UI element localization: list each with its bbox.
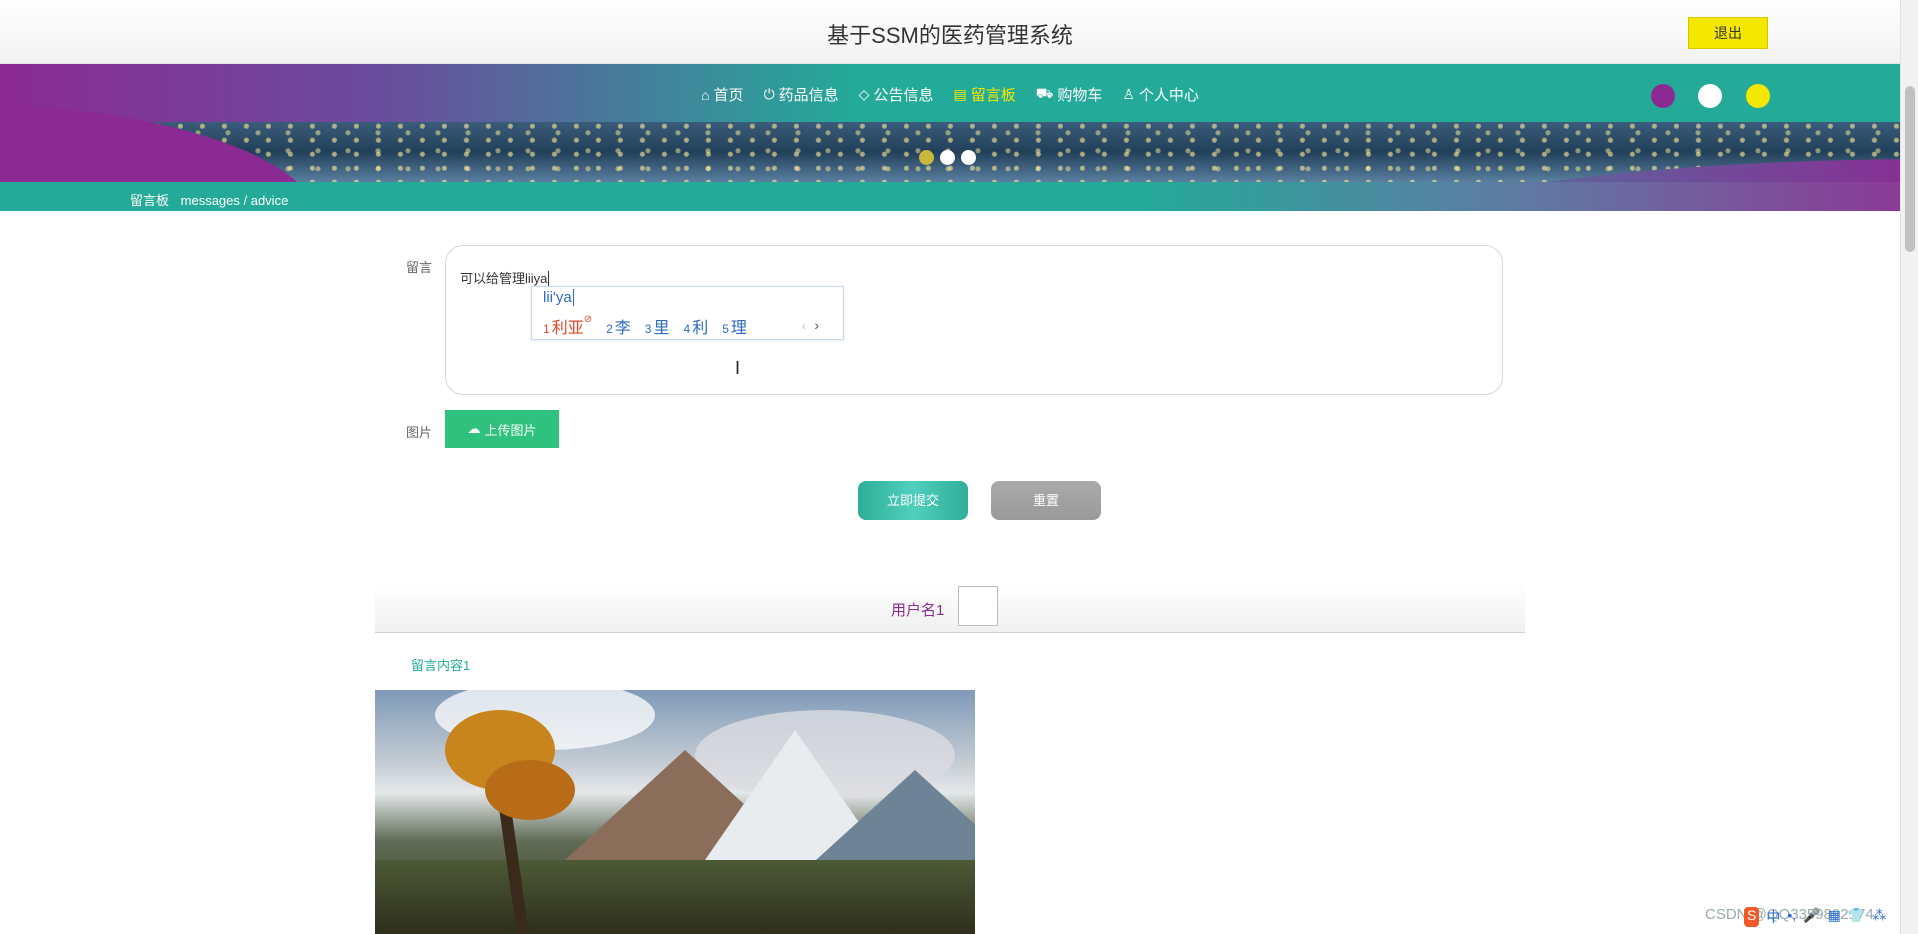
keyboard-icon[interactable]: ▦ xyxy=(1828,907,1841,927)
ime-prev-icon[interactable]: ‹ xyxy=(802,317,807,333)
nav-item-label: 公告信息 xyxy=(873,87,934,104)
message-username: 用户名1 xyxy=(891,602,945,619)
ime-next-icon[interactable]: › xyxy=(814,317,819,333)
breadcrumb-title: 留言板 xyxy=(130,193,170,208)
nav-item-label: 购物车 xyxy=(1057,87,1103,104)
candidate-number: 5 xyxy=(722,322,729,336)
tag-icon: ◇ xyxy=(858,86,870,102)
banner: ⌂ 首页 ⏻ 药品信息 ◇ 公告信息 ▤ 留言板 ⛟ 购物车 ♙ 个人中心 留言… xyxy=(0,64,1900,211)
toolbox-icon[interactable]: ⁂ xyxy=(1872,907,1886,927)
cart-icon: ⛟ xyxy=(1035,85,1054,101)
upload-label: 上传图片 xyxy=(484,422,537,438)
check-icon: ⊘ xyxy=(583,314,593,325)
ime-caret xyxy=(572,289,574,306)
breadcrumb: 留言板 messages / advice xyxy=(130,190,288,209)
theme-dot-white[interactable] xyxy=(1698,84,1722,108)
scrollbar-thumb[interactable] xyxy=(1905,86,1915,252)
ime-candidate-5[interactable]: 5理 xyxy=(722,314,747,338)
nav-item-profile[interactable]: ♙ 个人中心 xyxy=(1112,84,1209,105)
nav-item-message-board[interactable]: ▤ 留言板 xyxy=(943,84,1025,105)
main-nav: ⌂ 首页 ⏻ 药品信息 ◇ 公告信息 ▤ 留言板 ⛟ 购物车 ♙ 个人中心 xyxy=(0,84,1900,105)
ime-candidate-1[interactable]: 1 利亚⊘ xyxy=(543,314,592,338)
document-icon: ▤ xyxy=(953,86,967,102)
theme-dot-yellow[interactable] xyxy=(1746,84,1770,108)
cloud-upload-icon: ☁ xyxy=(467,421,481,436)
mountain-shape xyxy=(805,770,975,870)
nav-item-home[interactable]: ⌂ 首页 xyxy=(691,84,753,105)
home-icon: ⌂ xyxy=(701,86,710,103)
site-title: 基于SSM的医药管理系统 xyxy=(827,23,1073,48)
carousel-dot-1[interactable] xyxy=(919,150,934,165)
top-bar: 基于SSM的医药管理系统 退出 xyxy=(0,0,1900,64)
message-text: 可以给管理liiya xyxy=(460,271,548,286)
power-icon: ⏻ xyxy=(763,86,775,102)
reset-button[interactable]: 重置 xyxy=(991,481,1101,520)
sogou-logo-icon[interactable]: S xyxy=(1744,907,1760,927)
avatar xyxy=(958,586,998,626)
message-image xyxy=(375,690,975,934)
candidate-text: 理 xyxy=(730,320,747,337)
text-cursor-icon: I xyxy=(735,358,741,378)
ime-candidates: 1 利亚⊘ 2李 3里 4利 5理 xyxy=(543,314,747,338)
candidate-number: 2 xyxy=(606,322,613,336)
candidate-text: 利亚 xyxy=(551,320,584,337)
ime-page-arrows: ‹ › xyxy=(802,317,819,333)
nav-item-label: 留言板 xyxy=(970,87,1016,104)
user-icon: ♙ xyxy=(1122,86,1135,102)
page-scrollbar[interactable] xyxy=(1900,0,1918,934)
nav-item-drug-info[interactable]: ⏻ 药品信息 xyxy=(754,84,849,105)
ime-pinyin-text: lii'ya xyxy=(543,289,572,306)
ime-lang-indicator[interactable]: 中 xyxy=(1766,907,1780,927)
carousel-indicators xyxy=(919,150,976,165)
nav-item-cart[interactable]: ⛟ 购物车 xyxy=(1026,84,1113,105)
punctuation-icon[interactable]: •, xyxy=(1787,907,1796,927)
candidate-number: 4 xyxy=(683,322,691,336)
ime-pinyin: lii'ya xyxy=(543,289,574,306)
nav-item-notices[interactable]: ◇ 公告信息 xyxy=(849,84,944,105)
ime-candidate-2[interactable]: 2李 xyxy=(606,314,631,338)
submit-button[interactable]: 立即提交 xyxy=(858,481,968,520)
message-content: 留言内容1 xyxy=(411,658,471,673)
ime-tray: S 中 •, 🎤 ▦ 👕 ⁂ xyxy=(1744,907,1886,927)
image-label: 图片 xyxy=(406,425,433,440)
theme-dot-purple[interactable] xyxy=(1651,84,1675,108)
nav-item-label: 药品信息 xyxy=(778,87,839,104)
ime-candidate-4[interactable]: 4利 xyxy=(684,314,709,338)
page: 基于SSM的医药管理系统 退出 ⌂ 首页 ⏻ 药品信息 ◇ 公告信息 ▤ 留言板 xyxy=(0,0,1918,934)
microphone-icon[interactable]: 🎤 xyxy=(1803,907,1820,927)
skin-icon[interactable]: 👕 xyxy=(1848,907,1865,927)
breadcrumb-path: messages / advice xyxy=(180,193,289,208)
candidate-number: 3 xyxy=(644,322,652,336)
text-caret xyxy=(548,271,550,286)
forest-shape xyxy=(375,860,975,934)
upload-image-button[interactable]: ☁ 上传图片 xyxy=(445,410,559,448)
candidate-text: 李 xyxy=(614,320,631,337)
carousel-dot-3[interactable] xyxy=(961,150,976,165)
tree-crown-shape xyxy=(485,760,575,820)
candidate-text: 利 xyxy=(692,320,709,337)
candidate-text: 里 xyxy=(653,320,670,337)
carousel-dot-2[interactable] xyxy=(940,150,955,165)
ime-candidate-3[interactable]: 3里 xyxy=(645,314,670,338)
candidate-number: 1 xyxy=(543,322,550,336)
message-label: 留言 xyxy=(406,260,433,275)
nav-item-label: 个人中心 xyxy=(1138,87,1199,104)
ime-candidate-popup: lii'ya 1 利亚⊘ 2李 3里 4利 5理 ‹ › xyxy=(531,286,844,340)
message-header: 用户名1 xyxy=(375,583,1525,633)
logout-button[interactable]: 退出 xyxy=(1688,17,1768,49)
nav-item-label: 首页 xyxy=(713,87,744,104)
